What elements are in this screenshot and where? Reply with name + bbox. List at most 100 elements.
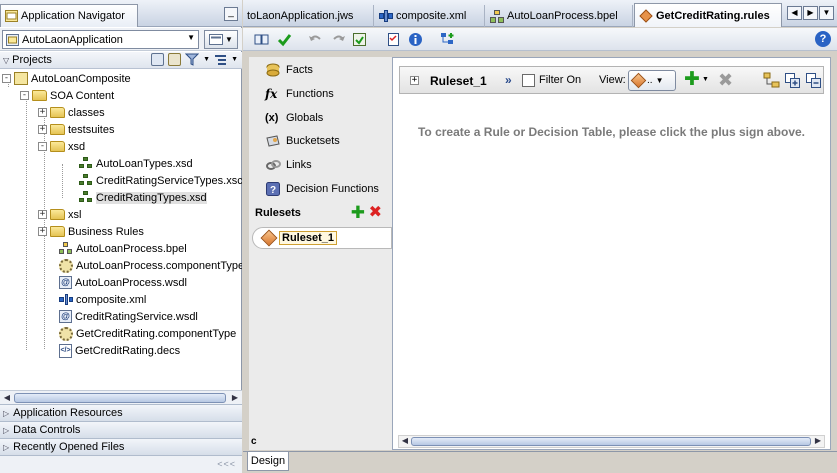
tree-guide (26, 96, 27, 350)
expand-icon[interactable]: + (410, 76, 419, 85)
add-rule-icon[interactable]: ✚ (684, 70, 700, 90)
collapse-icon[interactable]: - (2, 74, 11, 83)
tree-item-getcreditrating-componenttype[interactable]: GetCreditRating.componentType (59, 325, 236, 342)
expand-triangle-icon: ▷ (3, 425, 10, 435)
section-label: Links (286, 159, 312, 171)
tree-item-creditratingtypes-xsd[interactable]: CreditRatingTypes.xsd (79, 189, 207, 206)
projects-header[interactable]: ▽ Projects ▼ ▼ (0, 52, 242, 69)
application-name: AutoLaonApplication (22, 33, 123, 46)
scroll-left-icon[interactable]: ◀ (1, 392, 13, 404)
search-icon[interactable] (151, 53, 165, 66)
tree-item-soa-content[interactable]: - SOA Content (20, 87, 114, 104)
tab-scroll-right-icon[interactable]: ▶ (803, 6, 818, 20)
book-icon[interactable] (254, 32, 269, 47)
delete-ruleset-icon[interactable]: ✖ (369, 205, 382, 221)
tab-list-icon[interactable]: ▼ (819, 6, 834, 20)
section-decision-functions[interactable]: ? Decision Functions (265, 180, 379, 198)
validate-check-icon[interactable] (277, 32, 292, 47)
tab-scroll-left-icon[interactable]: ◀ (787, 6, 802, 20)
tab-getcreditrating-rules[interactable]: GetCreditRating.rules (634, 3, 782, 27)
chevron-down-icon: ▼ (225, 35, 233, 44)
rules-section-panel: Facts fx Functions (x) Globals Bucketset… (249, 57, 392, 450)
view-select[interactable]: .. ▼ (628, 70, 676, 91)
section-facts[interactable]: Facts (265, 61, 313, 79)
chevron-down-icon[interactable]: ▼ (702, 76, 709, 83)
expand-icon[interactable]: + (38, 210, 47, 219)
scrollbar-thumb[interactable] (14, 393, 226, 403)
tree-item-xsd[interactable]: - xsd (38, 138, 85, 155)
tab-label: GetCreditRating.rules (656, 9, 770, 22)
section-functions[interactable]: fx Functions (265, 85, 334, 103)
ruleset-icon (630, 72, 647, 89)
tree-item-label: AutoLoanProcess.componentType (76, 259, 242, 272)
tab-application-navigator[interactable]: Application Navigator (0, 4, 138, 27)
tree-add-icon[interactable] (440, 32, 455, 47)
tree-item-autoloantypes-xsd[interactable]: AutoLoanTypes.xsd (79, 155, 193, 172)
application-select[interactable]: AutoLaonApplication ▼ (2, 30, 199, 49)
section-bucketsets[interactable]: Bucketsets (265, 132, 340, 150)
tree-item-autoloanprocess-componenttype[interactable]: AutoLoanProcess.componentType (59, 257, 242, 274)
help-icon[interactable]: ? (815, 31, 831, 47)
tree-item-composite-xml[interactable]: composite.xml (59, 291, 146, 308)
minimize-button[interactable]: _ (224, 7, 238, 21)
scroll-right-icon[interactable]: ▶ (229, 392, 241, 404)
composite-icon (59, 293, 73, 306)
accordion-data-controls[interactable]: ▷ Data Controls (0, 421, 242, 438)
tree-item-classes[interactable]: + classes (38, 104, 105, 121)
chevron-down-icon[interactable]: ▼ (203, 56, 210, 63)
collapse-icon[interactable]: - (20, 91, 29, 100)
tab-design[interactable]: Design (247, 452, 289, 471)
tree-item-getcreditrating-decs[interactable]: </> GetCreditRating.decs (59, 342, 180, 359)
accordion-application-resources[interactable]: ▷ Application Resources (0, 404, 242, 421)
tree-icon[interactable] (763, 72, 780, 89)
options-icon[interactable] (214, 54, 227, 66)
tab-composite-xml[interactable]: composite.xml (375, 5, 485, 27)
refresh-icon[interactable] (352, 32, 367, 47)
delete-rule-icon[interactable]: ✖ (718, 70, 733, 90)
redo-icon[interactable] (331, 32, 346, 47)
navigator-horizontal-scrollbar[interactable]: ◀ ▶ (0, 390, 242, 404)
sync-icon[interactable] (168, 53, 182, 66)
chevron-down-icon[interactable]: ▼ (231, 56, 238, 63)
ruleset-item[interactable]: Ruleset_1 (252, 227, 392, 249)
tab-autoloanapplication-jws[interactable]: toLaonApplication.jws (243, 5, 374, 27)
application-row: AutoLaonApplication ▼ ▼ (0, 28, 242, 51)
tree-item-autoloancomposite[interactable]: - AutoLoanComposite (2, 70, 131, 87)
tree-item-testsuites[interactable]: + testsuites (38, 121, 114, 138)
projects-label: Projects (12, 54, 52, 66)
tree-item-creditratingservice-wsdl[interactable]: @ CreditRatingService.wsdl (59, 308, 198, 325)
section-globals[interactable]: (x) Globals (265, 109, 323, 127)
application-icon (6, 33, 19, 46)
collapse-all-icon[interactable] (805, 72, 822, 89)
double-chevron-down-icon[interactable]: » (505, 73, 512, 87)
checklist-icon[interactable] (386, 32, 401, 47)
editor-divider (243, 451, 837, 452)
expand-icon[interactable]: + (38, 125, 47, 134)
tree-item-xsl[interactable]: + xsl (38, 206, 81, 223)
ruleset-label: Ruleset_1 (279, 231, 337, 245)
collapse-icon[interactable]: - (38, 142, 47, 151)
project-icon (14, 72, 28, 85)
minimize-panel-arrows[interactable]: <<< (217, 459, 236, 469)
tree-item-autoloanprocess-bpel[interactable]: AutoLoanProcess.bpel (59, 240, 187, 257)
corner-glyph: c (251, 436, 257, 447)
add-ruleset-icon[interactable]: ✚ (351, 204, 365, 221)
tree-item-creditratingservicetypes-xsd[interactable]: CreditRatingServiceTypes.xsc (79, 172, 242, 189)
section-links[interactable]: Links (265, 156, 312, 174)
xsd-icon (79, 157, 93, 170)
tree-item-business-rules[interactable]: + Business Rules (38, 223, 144, 240)
undo-icon[interactable] (308, 32, 323, 47)
bpel-icon (490, 9, 504, 23)
expand-icon[interactable]: + (38, 108, 47, 117)
expand-all-icon[interactable] (784, 72, 801, 89)
expand-icon[interactable]: + (38, 227, 47, 236)
accordion-recently-opened-files[interactable]: ▷ Recently Opened Files (0, 438, 242, 455)
application-menu-icon (209, 34, 224, 45)
rules-editor: toLaonApplication.jws composite.xml Auto… (243, 0, 837, 473)
application-menu-button[interactable]: ▼ (204, 30, 238, 49)
info-icon[interactable] (408, 32, 423, 47)
tree-item-autoloanprocess-wsdl[interactable]: @ AutoLoanProcess.wsdl (59, 274, 187, 291)
filter-on-checkbox[interactable] (522, 74, 535, 87)
tab-autoloanprocess-bpel[interactable]: AutoLoanProcess.bpel (486, 5, 633, 27)
filter-icon[interactable] (185, 53, 200, 66)
